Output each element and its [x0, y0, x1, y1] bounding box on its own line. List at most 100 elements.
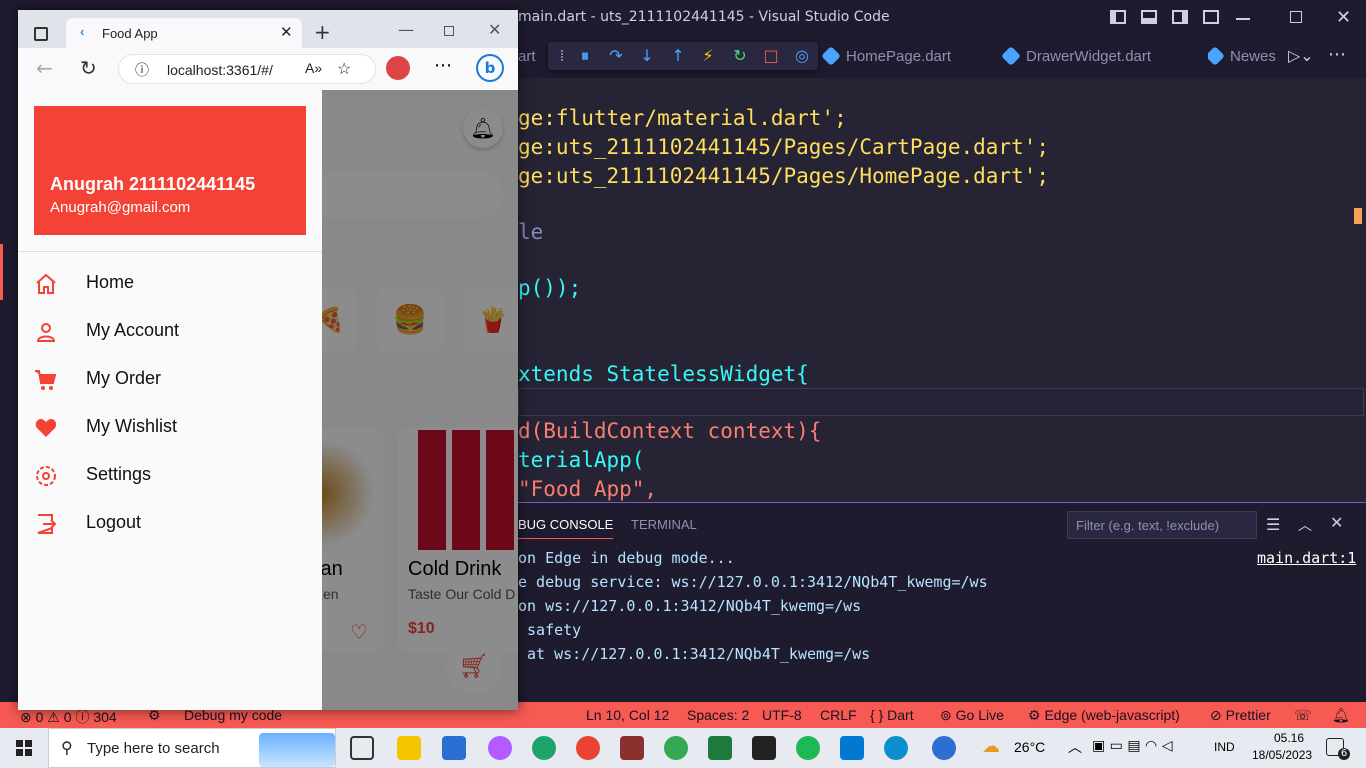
tray-icons[interactable]: ▣ ▭ ▤ ◠ ◁ — [1092, 738, 1172, 754]
prettier-status[interactable]: ⊘ Prettier — [1210, 707, 1271, 724]
code-editor[interactable]: ge:flutter/material.dart'; ge:uts_211110… — [518, 78, 1366, 502]
spotify-icon[interactable] — [796, 736, 820, 760]
drag-handle-icon[interactable]: ⁞ — [552, 46, 572, 65]
dart-icon — [1208, 46, 1225, 66]
chevron-up-icon[interactable]: ︿ — [1068, 737, 1082, 757]
task-view-icon[interactable] — [350, 736, 374, 760]
language-indicator[interactable]: IND — [1214, 740, 1235, 754]
chrome-profile-icon[interactable] — [664, 736, 688, 760]
maximize-panel-icon[interactable]: ︿ — [1298, 515, 1312, 535]
tab-newest[interactable]: Newes — [1208, 36, 1278, 78]
cart-icon — [35, 370, 57, 390]
weather-temp[interactable]: 26°C — [1014, 739, 1045, 755]
close-panel-icon[interactable]: ✕ — [1330, 513, 1343, 532]
device-selector[interactable]: ⚙ Edge (web-javascript) — [1028, 707, 1180, 724]
clock-time[interactable]: 05.16 — [1262, 731, 1316, 745]
step-over-icon[interactable]: ↷ — [606, 46, 626, 65]
line-ending[interactable]: CRLF — [820, 707, 857, 723]
close-icon[interactable]: ✕ — [1336, 7, 1351, 28]
profile-avatar[interactable] — [386, 56, 410, 80]
drawer-item-settings[interactable]: Settings — [18, 452, 322, 500]
tab-drawerwidget[interactable]: DrawerWidget.dart — [1001, 36, 1196, 78]
indentation[interactable]: Spaces: 2 — [687, 707, 749, 723]
language-mode[interactable]: { } Dart — [870, 707, 914, 723]
drawer-item-account[interactable]: My Account — [18, 308, 322, 356]
favorites-icon[interactable]: ☆ — [337, 59, 351, 79]
tab-label: art — [518, 48, 536, 65]
chrome-icon[interactable] — [576, 736, 600, 760]
clock-date[interactable]: 18/05/2023 — [1252, 748, 1312, 762]
tab-actions-icon[interactable] — [34, 27, 48, 41]
new-tab-icon[interactable]: + — [314, 20, 331, 44]
drawer-item-label: Settings — [86, 464, 152, 484]
maximize-icon[interactable] — [444, 26, 454, 36]
drawer-item-wishlist[interactable]: My Wishlist — [18, 404, 322, 452]
winrar-icon[interactable] — [620, 736, 644, 760]
feedback-icon[interactable]: ☏ — [1294, 707, 1312, 724]
go-live[interactable]: ⊚ Go Live — [940, 707, 1004, 724]
tab-label: HomePage.dart — [846, 48, 952, 65]
tab-debug-console[interactable]: BUG CONSOLE — [518, 517, 614, 539]
search-icon: ⚲ — [61, 740, 73, 757]
encoding[interactable]: UTF-8 — [762, 707, 802, 723]
problems-indicator[interactable]: ⊗ 0 ⚠ 0 ⓘ 304 — [20, 707, 117, 727]
dart-icon — [821, 46, 841, 66]
step-out-icon[interactable]: ↑ — [668, 46, 688, 65]
task-manager-icon[interactable] — [708, 736, 732, 760]
bing-icon[interactable]: b — [476, 54, 504, 82]
run-icon[interactable]: ▷⌄ — [1288, 46, 1314, 65]
vscode-icon[interactable] — [840, 736, 864, 760]
drawer-item-order[interactable]: My Order — [18, 356, 322, 404]
cursor-position[interactable]: Ln 10, Col 12 — [586, 707, 669, 723]
read-aloud-icon[interactable]: A» — [305, 60, 322, 76]
clear-console-icon[interactable]: ☰ — [1266, 515, 1280, 534]
back-icon[interactable]: ← — [36, 56, 53, 80]
more-actions-icon[interactable]: ⋯ — [1328, 44, 1346, 65]
more-icon[interactable]: ⋯ — [434, 55, 452, 76]
windows-start-icon[interactable] — [16, 740, 32, 756]
drawer-header: Anugrah 2111102441145 Anugrah@gmail.com — [34, 106, 306, 235]
bell-icon[interactable]: 🔔︎ — [1332, 707, 1350, 724]
pause-icon[interactable]: ⏸ — [575, 46, 595, 66]
edge-dev-icon[interactable] — [884, 736, 908, 760]
restart-icon[interactable]: ↻ — [730, 46, 750, 65]
device-label: Edge (web-javascript) — [1044, 707, 1180, 723]
refresh-icon[interactable]: ↻ — [80, 56, 97, 80]
taskbar-search[interactable]: ⚲ Type here to search — [48, 728, 336, 768]
tab-partial[interactable]: art — [518, 36, 536, 78]
paint-icon[interactable] — [488, 736, 512, 760]
media-player-icon[interactable] — [442, 736, 466, 760]
restore-icon[interactable] — [1290, 11, 1302, 23]
edge-icon[interactable] — [532, 736, 556, 760]
toggle-sidebar-icon[interactable] — [1110, 10, 1126, 24]
help-icon[interactable] — [932, 736, 956, 760]
dart-icon — [1001, 46, 1021, 66]
minimize-icon[interactable]: — — [398, 20, 414, 39]
toggle-panel-icon[interactable] — [1141, 10, 1157, 24]
step-into-icon[interactable]: ↓ — [637, 46, 657, 65]
close-window-icon[interactable]: ✕ — [488, 20, 501, 39]
tab-homepage[interactable]: HomePage.dart — [821, 36, 996, 78]
source-link[interactable]: main.dart:1 — [1257, 549, 1356, 567]
drawer-item-logout[interactable]: Logout — [18, 500, 322, 548]
toggle-secondary-sidebar-icon[interactable] — [1172, 10, 1188, 24]
minimize-icon[interactable] — [1236, 18, 1250, 20]
file-explorer-icon[interactable] — [397, 736, 421, 760]
stop-icon[interactable]: □ — [761, 46, 781, 65]
code-text: ge:flutter/material.dart'; — [518, 106, 847, 130]
code-line: terialApp( — [518, 448, 644, 472]
customize-layout-icon[interactable] — [1203, 10, 1219, 24]
drawer-item-home[interactable]: Home — [18, 260, 322, 308]
devtools-icon[interactable]: ◎ — [792, 46, 812, 65]
terminal-icon[interactable] — [752, 736, 776, 760]
search-highlight-image — [259, 733, 335, 767]
code-text: p()); — [518, 276, 582, 300]
browser-tab[interactable]: ‹ Food App ✕ — [66, 18, 302, 48]
hot-reload-icon[interactable]: ⚡ — [698, 46, 718, 65]
taskbar: ⚲ Type here to search ☁ 26°C ︿ ▣ ▭ ▤ ◠ ◁… — [0, 728, 1366, 768]
tab-terminal[interactable]: TERMINAL — [631, 517, 697, 532]
console-line: e debug service: ws://127.0.0.1:3412/NQb… — [518, 573, 988, 591]
address-bar[interactable]: ⓘ localhost:3361/#/ A» ☆ — [118, 54, 376, 84]
filter-input[interactable]: Filter (e.g. text, !exclude) — [1067, 511, 1257, 539]
close-tab-icon[interactable]: ✕ — [280, 23, 293, 41]
